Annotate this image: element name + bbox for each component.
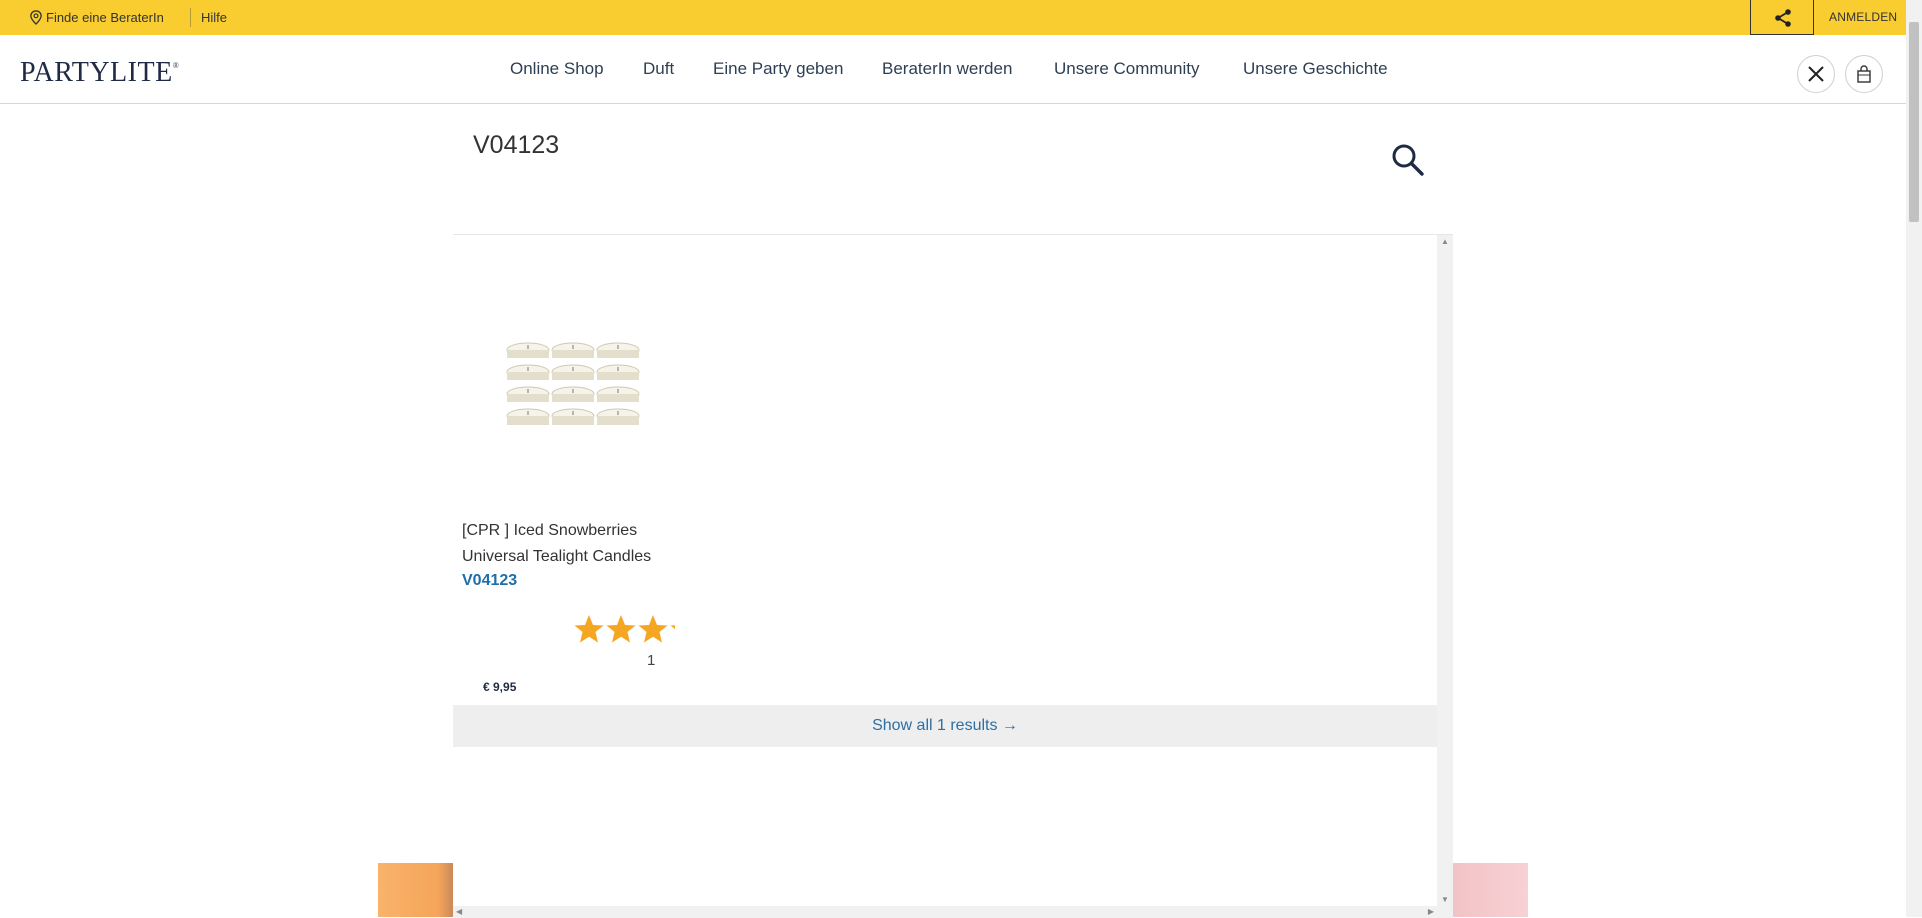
- promo-banner-left[interactable]: [378, 863, 453, 917]
- partylite-logo[interactable]: PARTYLITE®: [20, 57, 179, 89]
- results-horizontal-scrollbar[interactable]: ◀ ▶: [453, 906, 1437, 918]
- divider: [190, 8, 191, 27]
- find-consultant-link[interactable]: Finde eine BeraterIn: [46, 10, 164, 25]
- site-header: PARTYLITE® Online Shop Duft Eine Party g…: [0, 35, 1908, 104]
- help-link[interactable]: Hilfe: [201, 10, 227, 25]
- show-all-results-button[interactable]: Show all 1 results →: [453, 705, 1437, 747]
- nav-host-party[interactable]: Eine Party geben: [713, 59, 843, 79]
- nav-online-shop[interactable]: Online Shop: [510, 59, 604, 79]
- product-price: € 9,95: [483, 680, 517, 694]
- star-icon: [670, 625, 675, 630]
- share-button[interactable]: [1750, 0, 1814, 35]
- logo-text: PARTYLITE: [20, 57, 173, 88]
- scroll-left-arrow-icon[interactable]: ◀: [456, 907, 462, 916]
- nav-our-story[interactable]: Unsere Geschichte: [1243, 59, 1388, 79]
- star-icon: [638, 615, 668, 643]
- shopping-bag-icon: [1857, 65, 1871, 83]
- search-icon[interactable]: [1391, 143, 1425, 177]
- star-icon: [574, 615, 604, 643]
- nav-community[interactable]: Unsere Community: [1054, 59, 1200, 79]
- review-count: 1: [647, 652, 656, 669]
- top-utility-bar: Finde eine BeraterIn Hilfe ANMELDEN: [0, 0, 1922, 35]
- location-pin-icon: [30, 10, 42, 25]
- registered-mark-icon: ®: [172, 61, 180, 70]
- login-link[interactable]: ANMELDEN: [1829, 10, 1897, 24]
- results-scrollbar[interactable]: ▲ ▼: [1437, 235, 1453, 918]
- search-input[interactable]: [453, 125, 1353, 165]
- close-icon: [1808, 66, 1824, 82]
- page-scrollbar[interactable]: [1906, 0, 1922, 917]
- scroll-right-arrow-icon[interactable]: ▶: [1428, 907, 1434, 916]
- search-results-panel: [CPR ] Iced Snowberries Universal Tealig…: [453, 234, 1453, 918]
- tealight-candles-image: [506, 342, 640, 425]
- promo-banner-right[interactable]: [1453, 863, 1528, 917]
- nav-become-consultant[interactable]: BeraterIn werden: [882, 59, 1012, 79]
- scroll-up-arrow-icon[interactable]: ▲: [1441, 237, 1449, 246]
- product-sku-link[interactable]: V04123: [462, 572, 517, 590]
- close-search-button[interactable]: [1797, 55, 1835, 93]
- nav-fragrance[interactable]: Duft: [643, 59, 674, 79]
- cart-button[interactable]: [1845, 55, 1883, 93]
- rating-stars: [573, 613, 675, 647]
- scroll-down-arrow-icon[interactable]: ▼: [1441, 895, 1449, 904]
- product-image[interactable]: [503, 330, 643, 440]
- search-area: [453, 115, 1453, 235]
- share-icon: [1775, 9, 1791, 27]
- product-title[interactable]: [CPR ] Iced Snowberries Universal Tealig…: [462, 518, 692, 570]
- star-icon: [606, 615, 636, 643]
- page-scrollbar-thumb[interactable]: [1909, 22, 1919, 222]
